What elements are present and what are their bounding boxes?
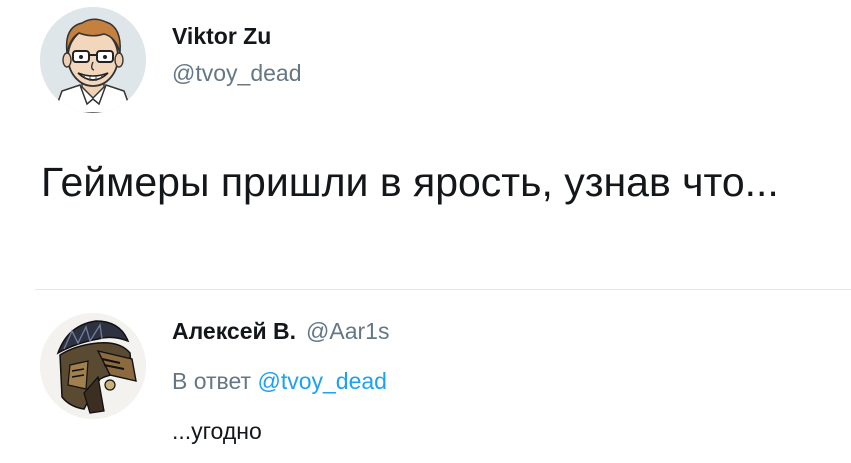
author-avatar[interactable]: [40, 7, 146, 113]
reply-author-handle[interactable]: @Aar1s: [306, 318, 389, 344]
author-handle[interactable]: @tvoy_dead: [172, 60, 302, 87]
author-display-name[interactable]: Viktor Zu: [172, 23, 271, 50]
tweet-text: Геймеры пришли в ярость, узнав что...: [41, 159, 779, 205]
reply-to-label: В ответ: [172, 368, 252, 394]
reply-to-mention-link[interactable]: @tvoy_dead: [257, 368, 387, 394]
main-tweet: Viktor Zu @tvoy_dead Геймеры пришли в яр…: [0, 0, 851, 290]
cartoon-man-with-glasses-avatar: [40, 7, 146, 113]
tweet-divider: [35, 289, 851, 290]
reply-author-avatar[interactable]: [40, 313, 146, 419]
reply-context: В ответ @tvoy_dead: [172, 368, 387, 395]
reply-header: Алексей В. @Aar1s: [172, 318, 389, 345]
reply-text: ...угодно: [172, 418, 262, 444]
dark-creature-art-avatar: [40, 313, 146, 419]
reply-author-display-name[interactable]: Алексей В.: [172, 318, 296, 344]
